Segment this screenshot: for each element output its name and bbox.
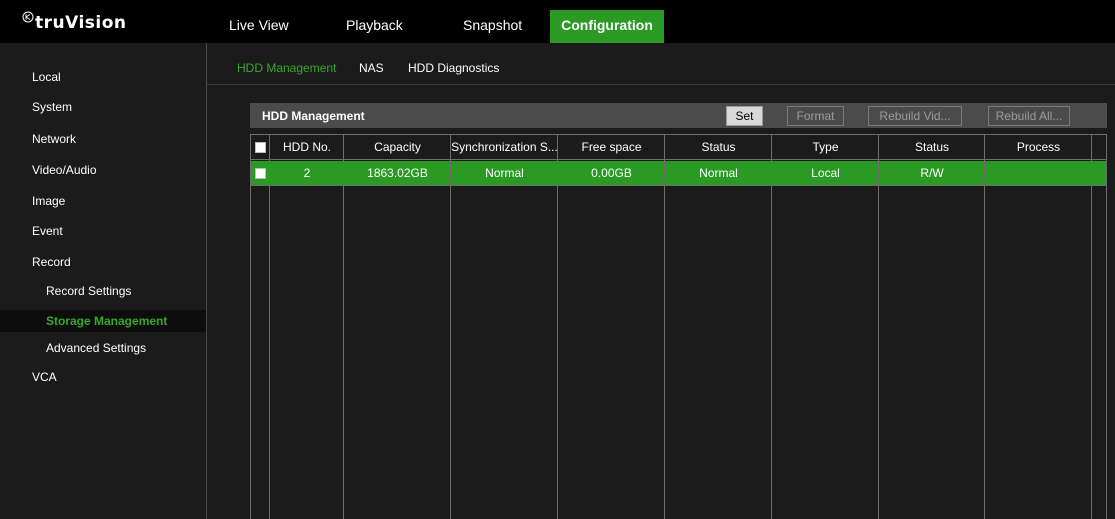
column-header-capacity[interactable]: Capacity (344, 135, 451, 160)
column-divider (343, 135, 344, 519)
column-header-status[interactable]: Status (665, 135, 772, 160)
sidebar-item-storage-management[interactable]: Storage Management (0, 310, 206, 332)
nav-live-view[interactable]: Live View (215, 10, 332, 43)
column-header-free-space[interactable]: Free space (558, 135, 665, 160)
panel-header: HDD Management Set Format Rebuild Vid...… (250, 103, 1107, 128)
row-checkbox[interactable] (255, 168, 266, 179)
tab-hdd-diagnostics[interactable]: HDD Diagnostics (408, 61, 499, 75)
cell-free-space: 0.00GB (591, 166, 632, 180)
tabs-divider (207, 84, 1115, 85)
hdd-table: HDD No. Capacity Synchronization S... Fr… (250, 134, 1107, 519)
top-bar: truVision Live View Playback Snapshot Co… (0, 0, 1115, 43)
column-header-synchronization[interactable]: Synchronization S... (451, 135, 558, 160)
nav-configuration[interactable]: Configuration (550, 10, 664, 43)
cell-status: Normal (699, 166, 738, 180)
cell-synchronization: Normal (485, 166, 524, 180)
logo: truVision (22, 11, 127, 35)
sidebar-divider (206, 43, 207, 519)
sidebar-item-image[interactable]: Image (0, 190, 206, 212)
sidebar-item-record[interactable]: Record (0, 251, 206, 273)
column-divider (664, 135, 665, 519)
sidebar-item-network[interactable]: Network (0, 128, 206, 150)
column-divider (557, 135, 558, 519)
sidebar: Local System Network Video/Audio Image E… (0, 43, 206, 519)
sidebar-item-event[interactable]: Event (0, 220, 206, 242)
row-select-cell (251, 161, 270, 186)
column-header-process[interactable]: Process (985, 135, 1092, 160)
column-divider (771, 135, 772, 519)
column-divider (878, 135, 879, 519)
select-all-checkbox[interactable] (255, 142, 266, 153)
select-all-cell (251, 135, 270, 160)
table-header-row: HDD No. Capacity Synchronization S... Fr… (251, 135, 1106, 160)
column-divider (1091, 135, 1092, 519)
main-nav: Live View Playback Snapshot Configuratio… (215, 10, 664, 43)
sidebar-item-record-settings[interactable]: Record Settings (0, 280, 206, 302)
column-divider (984, 135, 985, 519)
table-row[interactable]: 2 1863.02GB Normal 0.00GB Normal Local R… (251, 161, 1106, 186)
sidebar-item-advanced-settings[interactable]: Advanced Settings (0, 337, 206, 359)
cell-hdd-no: 2 (303, 166, 311, 180)
logo-mark-icon (22, 11, 34, 23)
column-header-type[interactable]: Type (772, 135, 879, 160)
sidebar-item-vca[interactable]: VCA (0, 366, 206, 388)
sidebar-item-video-audio[interactable]: Video/Audio (0, 159, 206, 181)
column-divider (269, 135, 270, 519)
logo-text: truVision (35, 13, 127, 33)
column-header-hdd-no[interactable]: HDD No. (270, 135, 344, 160)
cell-type: Local (811, 166, 840, 180)
nav-playback[interactable]: Playback (332, 10, 449, 43)
rebuild-video-button[interactable]: Rebuild Vid... (868, 106, 962, 126)
column-header-rw-status[interactable]: Status (879, 135, 985, 160)
sidebar-item-local[interactable]: Local (0, 66, 206, 88)
rebuild-all-button[interactable]: Rebuild All... (988, 106, 1070, 126)
cell-process (985, 161, 1092, 186)
set-button[interactable]: Set (726, 106, 763, 126)
tab-nas[interactable]: NAS (359, 61, 384, 75)
cell-capacity: 1863.02GB (367, 166, 428, 180)
column-divider (450, 135, 451, 519)
sidebar-item-system[interactable]: System (0, 96, 206, 118)
format-button[interactable]: Format (787, 106, 844, 126)
panel-title: HDD Management (262, 109, 365, 123)
tab-hdd-management[interactable]: HDD Management (237, 61, 336, 75)
nav-snapshot[interactable]: Snapshot (449, 10, 550, 43)
cell-rw-status: R/W (920, 166, 944, 180)
